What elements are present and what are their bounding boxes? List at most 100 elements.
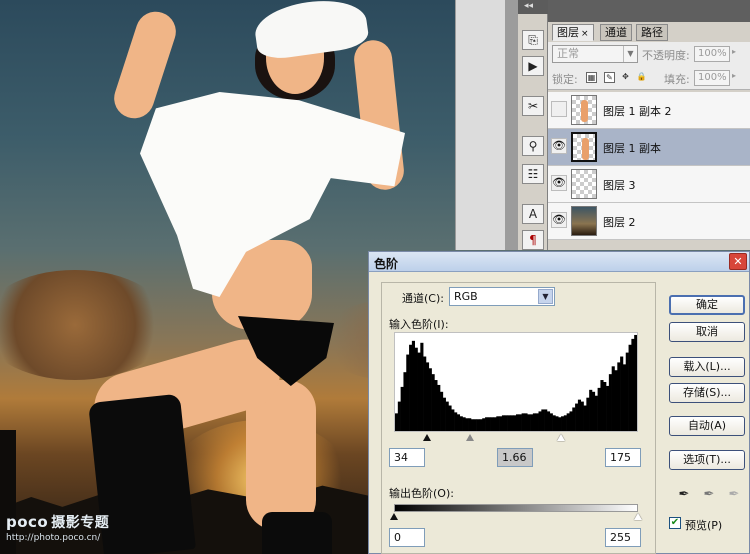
fill-label: 填充: [664,73,690,86]
histogram-bar [527,414,531,431]
eye-icon[interactable]: 👁 [551,175,567,191]
fill-input[interactable]: 100% [694,70,730,86]
histogram-bar [479,419,483,431]
paragraph-icon[interactable]: ¶ [522,230,544,250]
model-boot [262,512,332,554]
layer-thumbnail [571,169,597,199]
histogram-bar [409,344,413,431]
eye-icon[interactable]: 👁 [551,212,567,228]
histogram-bar [487,417,491,431]
histogram-bar [546,411,551,431]
gray-eyedropper-icon[interactable]: ✒ [700,486,718,504]
visibility-toggle[interactable] [551,101,567,117]
input-black-field[interactable]: 34 [389,448,425,467]
eye-icon[interactable]: 👁 [551,138,567,154]
histogram-bar [473,419,477,431]
layer-row[interactable]: 👁 图层 3 [548,166,750,203]
histogram-bar [617,362,621,431]
tab-layers[interactable]: 图层 × [552,24,594,41]
histogram-bar [470,419,475,431]
actions-play-icon[interactable]: ▶ [522,56,544,76]
histogram-bar [507,415,511,431]
histogram-bar [530,414,534,431]
channel-select[interactable]: RGB ▼ [449,287,555,306]
lock-transparent-icon[interactable]: ▦ [586,72,597,83]
input-slider[interactable] [394,434,638,442]
tab-paths[interactable]: 路径 [636,24,668,41]
white-eyedropper-icon[interactable]: ✒ [725,486,743,504]
cancel-button[interactable]: 取消 [669,322,745,342]
lock-all-icon[interactable]: 🔒 [636,72,647,83]
output-white-handle[interactable] [634,513,642,520]
histogram-bar [628,344,632,431]
layer-row[interactable]: 👁 图层 2 [548,203,750,240]
input-levels-label: 输入色阶(I): [389,318,449,331]
black-eyedropper-icon[interactable]: ✒ [675,486,693,504]
save-button[interactable]: 存储(S)... [669,383,745,403]
tab-channels[interactable]: 通道 [600,24,632,41]
preview-label[interactable]: 预览(P) [685,517,722,533]
histogram-bar [572,407,576,431]
clone-source-icon[interactable]: ⚲ [522,136,544,156]
dialog-title: 色阶 [374,257,399,271]
histogram-bar [400,386,404,431]
histogram-bar [586,397,590,431]
output-black-handle[interactable] [390,513,398,520]
histogram-bar [414,347,418,431]
chevron-right-icon[interactable]: ▸ [732,47,736,56]
layer-row[interactable]: 图层 1 副本 2 [548,92,750,129]
histogram-bar [516,414,520,431]
histogram-bar [597,387,601,431]
gamma-handle[interactable] [466,434,474,441]
collapse-arrows-icon[interactable]: ◂◂ [518,0,548,14]
preview-checkbox[interactable]: ✔ [669,517,681,529]
load-button[interactable]: 载入(L)... [669,357,745,377]
histogram-bar [425,362,430,431]
lock-label: 锁定: [552,73,578,86]
output-gradient [394,504,638,512]
chevron-right-icon[interactable]: ▸ [732,71,736,80]
opacity-input[interactable]: 100% [694,46,730,62]
output-slider[interactable] [390,513,642,521]
ok-button[interactable]: 确定 [669,295,745,315]
dialog-titlebar[interactable]: 色阶 ✕ [369,252,749,272]
histogram-bar [395,413,399,431]
input-white-field[interactable]: 175 [605,448,641,467]
output-black-field[interactable]: 0 [389,528,425,547]
white-point-handle[interactable] [557,434,565,441]
options-button[interactable]: 选项(T)... [669,450,745,470]
histogram-bar [454,412,458,431]
histogram-bar [558,417,562,431]
watermark-brand: poco [6,513,49,531]
auto-button[interactable]: 自动(A) [669,416,745,436]
layer-row[interactable]: 👁 图层 1 副本 [548,129,750,166]
layer-thumbnail [571,132,597,162]
histogram-bar [521,413,525,431]
close-icon[interactable]: ✕ [729,253,747,270]
histogram-bar [499,416,503,431]
histogram-bar [532,413,536,431]
lock-image-icon[interactable]: ✎ [604,72,615,83]
histogram-bar [535,413,539,431]
layer-name: 图层 1 副本 [603,142,661,155]
lock-position-icon[interactable]: ✥ [620,72,631,83]
character-icon[interactable]: A [522,204,544,224]
histogram-bar [406,354,410,431]
histogram-bar [465,418,469,431]
histogram-bar [631,338,635,431]
lock-row: 锁定: ▦ ✎ ✥ 🔒 填充: 100% ▸ [548,66,750,90]
blend-mode-select[interactable]: 正常 ▼ [552,45,638,63]
black-point-handle[interactable] [423,434,431,441]
chevron-down-icon: ▼ [538,289,553,304]
histogram-bar [580,401,584,431]
input-gamma-field[interactable]: 1.66 [497,448,533,467]
tool-presets-icon[interactable]: ✂ [522,96,544,116]
histogram-bar [591,391,596,431]
output-white-field[interactable]: 255 [605,528,641,547]
layer-comps-icon[interactable]: ☷ [522,164,544,184]
histogram-bar [431,374,435,431]
histogram-bar [541,409,545,431]
histogram-bar [524,413,528,431]
history-icon[interactable]: ⎘ [522,30,544,50]
histogram-bar [606,385,610,431]
